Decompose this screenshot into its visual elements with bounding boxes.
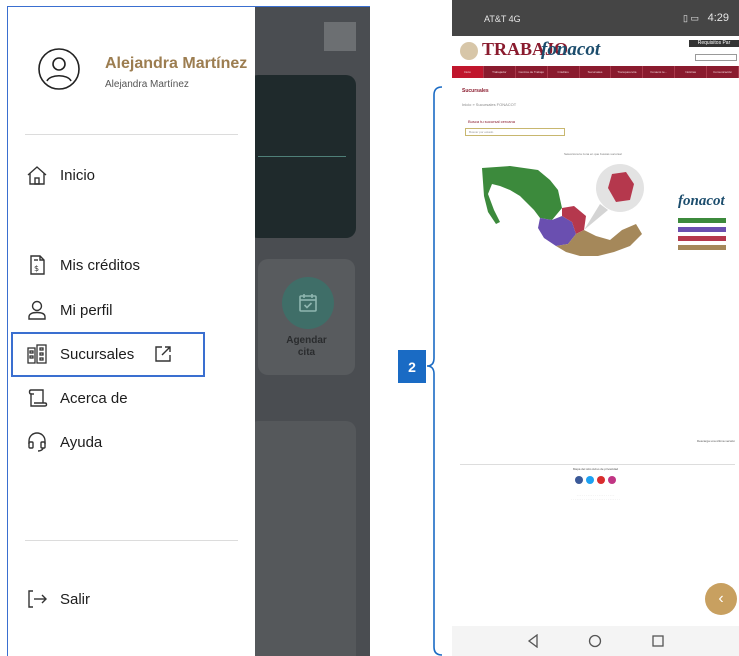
- region-legend-red[interactable]: [678, 236, 726, 241]
- clock: 4:29: [707, 12, 729, 24]
- back-fab-button[interactable]: ‹: [705, 583, 737, 615]
- highlight-frame: [11, 332, 205, 377]
- site-nav-item[interactable]: Noticias: [675, 66, 708, 78]
- navigation-drawer: Alejandra Martínez Alejandra Martínez In…: [8, 7, 255, 656]
- menu-item-mi-perfil[interactable]: Mi perfil: [26, 297, 113, 323]
- recents-icon[interactable]: [651, 634, 665, 648]
- menu-item-mis-creditos[interactable]: $ Mis créditos: [26, 252, 140, 278]
- instagram-icon[interactable]: [608, 476, 616, 484]
- headset-icon: [26, 431, 48, 453]
- site-nav-bar: Inicio Trabajador Centros de Trabajo Crédit…: [452, 66, 739, 78]
- person-icon: [26, 299, 48, 321]
- footer-address: · · · · · · · · · · · · · · · · · · · · …: [571, 493, 620, 501]
- svg-text:$: $: [34, 264, 39, 273]
- search-label: Busca tu sucursal cercana: [468, 119, 515, 124]
- drawer-divider-bottom: [25, 540, 238, 541]
- menu-item-label: Ayuda: [60, 433, 103, 451]
- menu-item-inicio[interactable]: Inicio: [26, 162, 95, 188]
- requisitos-button[interactable]: Requisitos Par: [689, 40, 739, 47]
- right-phone-screen: AT&T 4G ▯ ▭ 4:29 TRABAJO fonacot Requisi…: [452, 0, 739, 656]
- map-hint: Selecciona la zona en que buscas sucursa…: [564, 152, 622, 156]
- profile-name: Alejandra Martínez: [105, 55, 248, 72]
- menu-item-ayuda[interactable]: Ayuda: [26, 429, 102, 455]
- callout-bracket: [426, 86, 443, 656]
- region-legend-green[interactable]: [678, 218, 726, 223]
- site-nav-item[interactable]: Trabajador: [484, 66, 516, 78]
- menu-item-label: Inicio: [60, 166, 96, 184]
- site-nav-item[interactable]: Comunicación: [707, 66, 739, 78]
- menu-item-label: Mis créditos: [60, 256, 141, 274]
- region-legend-brown[interactable]: [678, 245, 726, 250]
- mexico-map[interactable]: [480, 160, 680, 270]
- site-nav-item[interactable]: Fonacot te...: [643, 66, 676, 78]
- region-legend-purple[interactable]: [678, 227, 726, 232]
- page-content: Sucursales Inicio » Sucursales FONACOT B…: [452, 80, 739, 592]
- fonacot-side-logo: fonacot: [678, 193, 725, 209]
- facebook-icon[interactable]: [575, 476, 583, 484]
- breadcrumb[interactable]: Inicio » Sucursales FONACOT: [462, 102, 516, 107]
- menu-item-label: Salir: [60, 590, 91, 608]
- fonacot-logo: fonacot: [541, 39, 601, 60]
- menu-item-salir[interactable]: Salir: [26, 586, 90, 612]
- background-tile-agendar: Agendar cita: [258, 259, 355, 375]
- site-nav-item[interactable]: Centros de Trabajo: [516, 66, 548, 78]
- page-title: Sucursales: [462, 88, 489, 94]
- background-lower-card: [248, 421, 356, 656]
- background-tile-label: Agendar cita: [286, 335, 327, 358]
- screenshot-canvas: Agendar cita Alejandra Martínez Alejandr…: [0, 0, 739, 656]
- callout-badge: 2: [398, 350, 426, 383]
- calendar-check-icon: [282, 277, 334, 329]
- crest-icon: [460, 42, 478, 60]
- background-card: [248, 75, 356, 238]
- site-nav-item[interactable]: Créditos: [548, 66, 580, 78]
- battery-icon: ▯ ▭: [683, 13, 699, 23]
- scroll-icon: [26, 387, 48, 409]
- footer-links[interactable]: Mapa del sitio Aviso de privacidad: [452, 467, 739, 471]
- credit-document-icon: $: [26, 254, 48, 276]
- site-nav-item[interactable]: Sucursales: [580, 66, 612, 78]
- menu-item-label: Mi perfil: [60, 301, 113, 319]
- carrier-label: AT&T 4G: [484, 14, 521, 24]
- back-icon[interactable]: [526, 634, 540, 648]
- background-card-divider: [258, 156, 346, 157]
- menu-item-acerca-de[interactable]: Acerca de: [26, 385, 128, 411]
- logout-icon: [26, 588, 48, 610]
- android-nav-bar: [452, 626, 739, 656]
- download-version-link[interactable]: Descarga una última versión: [697, 439, 735, 443]
- header-search-input[interactable]: [695, 54, 737, 61]
- drawer-divider-top: [25, 134, 238, 135]
- social-icons: [452, 476, 739, 484]
- user-avatar-icon[interactable]: [37, 47, 81, 91]
- home-icon: [26, 164, 48, 186]
- profile-subtitle: Alejandra Martínez: [105, 79, 189, 90]
- branch-search-input[interactable]: Buscar por estado: [465, 128, 565, 136]
- twitter-icon[interactable]: [586, 476, 594, 484]
- left-phone-screen: Agendar cita Alejandra Martínez Alejandr…: [7, 6, 370, 656]
- home-circle-icon[interactable]: [588, 634, 602, 648]
- menu-item-label: Acerca de: [60, 389, 128, 407]
- chevron-left-icon: ‹: [718, 590, 724, 607]
- status-bar: AT&T 4G ▯ ▭ 4:29: [452, 0, 739, 36]
- background-button: [324, 22, 356, 51]
- site-header: TRABAJO fonacot Requisitos Par: [452, 36, 739, 66]
- site-nav-item[interactable]: Inicio: [452, 66, 484, 78]
- site-nav-item[interactable]: Transparencia: [611, 66, 644, 78]
- footer-divider: [460, 464, 735, 465]
- youtube-icon[interactable]: [597, 476, 605, 484]
